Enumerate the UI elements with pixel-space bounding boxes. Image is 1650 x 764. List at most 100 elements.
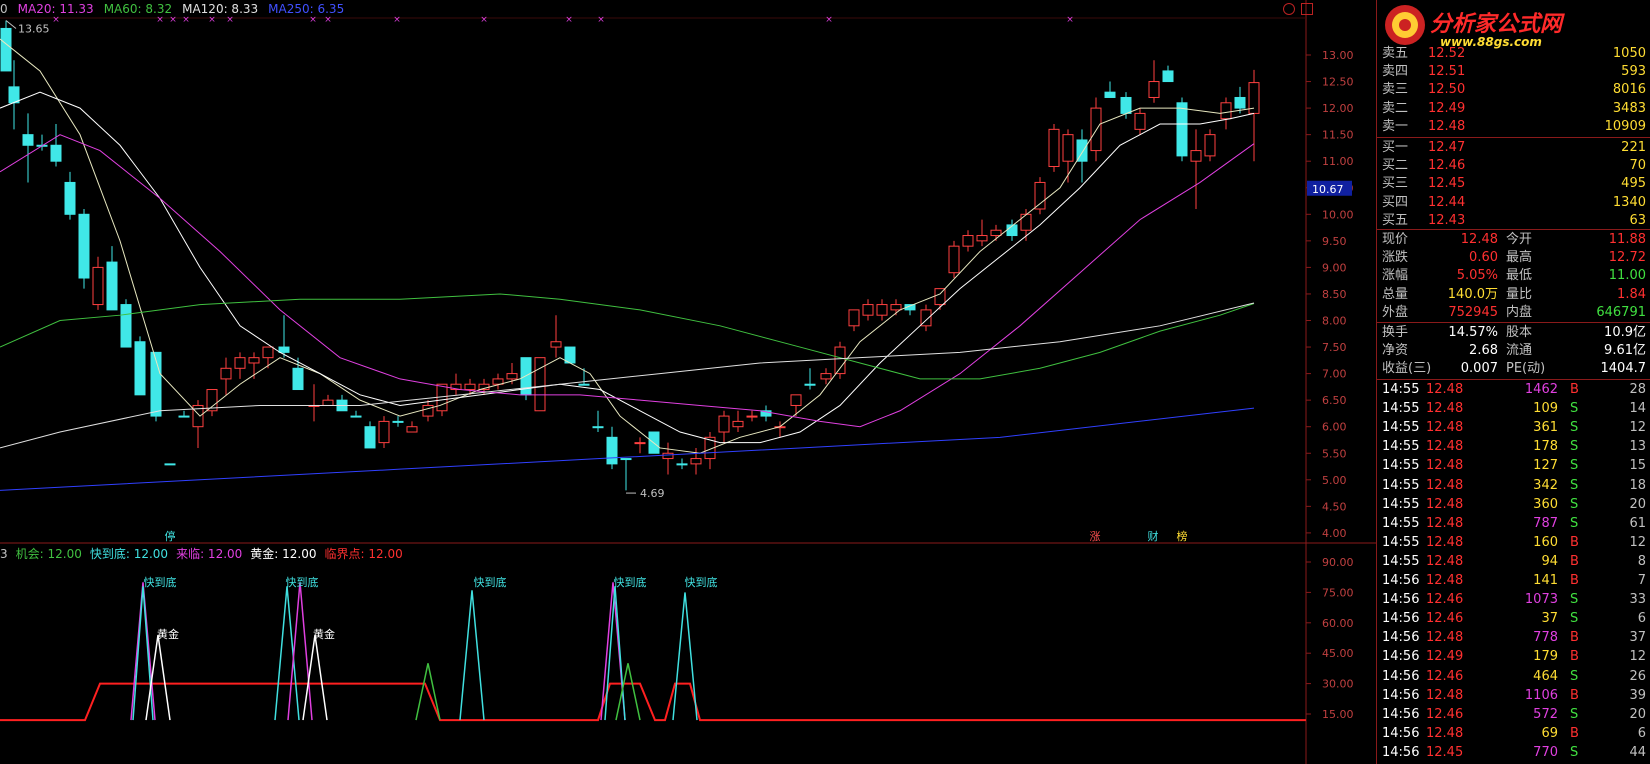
tick-time: 14:55: [1382, 553, 1420, 569]
tick-row: 14:56 12.48 69 B 6: [1382, 725, 1648, 743]
kuaiDaoDi-spike: [459, 590, 485, 721]
tick-row: 14:56 12.46 572 S 20: [1382, 706, 1648, 724]
indicator-legend-item: 机会: 12.00: [15, 547, 82, 561]
tick-time: 14:56: [1382, 706, 1420, 722]
indicator-legend-prefix: 3: [0, 547, 8, 561]
tick-time: 14:55: [1382, 458, 1420, 474]
candle-body: [248, 357, 260, 364]
kuaiDaoDi-spike: [132, 586, 154, 721]
tick-price: 12.49: [1426, 649, 1464, 665]
tick-price: 12.48: [1426, 382, 1464, 397]
tick-time: 14:55: [1382, 515, 1420, 531]
tick-volume: 1106: [1524, 687, 1558, 703]
tick-count: 18: [1629, 477, 1646, 493]
tick-count: 6: [1637, 611, 1646, 627]
quote-value: 752945: [1448, 304, 1498, 320]
quote-value: 0.60: [1469, 250, 1498, 266]
restore-icon[interactable]: [1283, 3, 1295, 15]
fundamental-label: 收益(三): [1382, 361, 1432, 377]
candle-body: [422, 404, 434, 417]
candle-body: [732, 420, 744, 428]
quote-label: 最高: [1506, 250, 1533, 266]
signal-marker-icon: ×: [597, 15, 605, 25]
candle-body: [862, 304, 874, 316]
kline-chart-area[interactable]: 13.0012.5012.0011.5011.0010.5010.009.509…: [0, 0, 1376, 764]
tick-count: 26: [1629, 668, 1646, 684]
tick-price: 12.46: [1426, 611, 1464, 627]
tick-side: S: [1570, 592, 1579, 608]
tick-row: 14:56 12.46 464 S 26: [1382, 668, 1648, 686]
price-axis-label: 7.50: [1322, 341, 1347, 354]
candle-body: [350, 415, 362, 418]
candle-body: [106, 261, 118, 311]
candle-body: [234, 357, 246, 369]
ticks-divider: [1376, 379, 1650, 380]
window-controls: [1283, 3, 1319, 19]
tick-volume: 787: [1533, 515, 1558, 531]
candle-body: [1162, 70, 1174, 83]
indicator-axis-label: 75.00: [1322, 586, 1354, 599]
quote-row: 总量 140.0万 量比 1.84: [1382, 286, 1648, 304]
order-label: 买二: [1382, 158, 1409, 174]
candle-body: [804, 383, 816, 386]
quote-label: 总量: [1382, 286, 1409, 302]
price-chart[interactable]: 13.0012.5012.0011.5011.0010.5010.009.509…: [0, 0, 1376, 764]
tick-side: S: [1570, 420, 1579, 436]
tick-side: B: [1570, 725, 1579, 741]
tick-side: B: [1570, 649, 1579, 665]
fundamental-row: 收益(三) 0.007 PE(动) 1404.7: [1382, 360, 1648, 378]
tick-row: 14:55 12.48 127 S 15: [1382, 457, 1648, 475]
buy-order-row: 买五 12.43 63: [1382, 212, 1648, 230]
tick-volume: 160: [1533, 534, 1558, 550]
fundamental-label: PE(动): [1506, 361, 1546, 377]
tick-count: 37: [1629, 630, 1646, 646]
tick-count: 14: [1629, 401, 1646, 417]
tick-volume: 127: [1533, 458, 1558, 474]
candle-body: [676, 463, 688, 466]
ma250-line: [0, 407, 1255, 491]
candle-body: [1062, 134, 1074, 162]
candle-body: [1148, 81, 1160, 98]
order-price: 12.51: [1428, 64, 1466, 80]
quote-row: 涨跌 0.60 最高 12.72: [1382, 249, 1648, 267]
ma-legend-item: MA20: 11.33: [17, 2, 94, 16]
fundamental-label: 换手: [1382, 325, 1409, 340]
sell-order-row: 卖四 12.51 593: [1382, 63, 1648, 81]
maximize-icon[interactable]: [1301, 3, 1313, 15]
candle-body: [578, 383, 590, 386]
tick-side: S: [1570, 458, 1579, 474]
ma-legend-item: MA60: 8.32: [103, 2, 173, 16]
tick-side: S: [1570, 439, 1579, 455]
order-label: 卖三: [1382, 82, 1409, 98]
indicator-legend-item: 来临: 12.00: [176, 547, 243, 561]
high-marker: [5, 20, 17, 29]
tick-time: 14:56: [1382, 592, 1420, 608]
quote-value: 5.05%: [1456, 268, 1498, 284]
candle-body: [50, 144, 62, 162]
tick-row: 14:56 12.48 1106 B 39: [1382, 687, 1648, 705]
price-axis-label: 12.00: [1322, 102, 1354, 115]
tick-price: 12.46: [1426, 592, 1464, 608]
ma120-line: [0, 302, 1255, 449]
tick-time: 14:56: [1382, 668, 1420, 684]
tick-side: B: [1570, 534, 1579, 550]
candle-body: [746, 415, 758, 418]
price-axis-label: 5.00: [1322, 474, 1347, 487]
quote-value: 1.84: [1617, 286, 1646, 302]
tick-side: S: [1570, 706, 1579, 722]
candlesticks: [0, 20, 1260, 491]
tick-count: 6: [1637, 725, 1646, 741]
candle-body: [78, 213, 90, 279]
order-price: 12.50: [1428, 82, 1466, 98]
candle-body: [1020, 213, 1032, 231]
tick-volume: 1073: [1524, 592, 1558, 608]
candle-body: [164, 463, 176, 466]
indicator-signal-label: 快到底: [286, 575, 319, 589]
low-label: 4.69: [640, 487, 665, 500]
quote-value: 12.48: [1460, 232, 1498, 247]
order-label: 买四: [1382, 194, 1409, 210]
fundamental-row: 净资 2.68 流通 9.61亿: [1382, 342, 1648, 360]
tick-price: 12.48: [1426, 725, 1464, 741]
tick-row: 14:56 12.49 179 B 12: [1382, 648, 1648, 666]
tick-row: 14:55 12.48 109 S 14: [1382, 400, 1648, 418]
